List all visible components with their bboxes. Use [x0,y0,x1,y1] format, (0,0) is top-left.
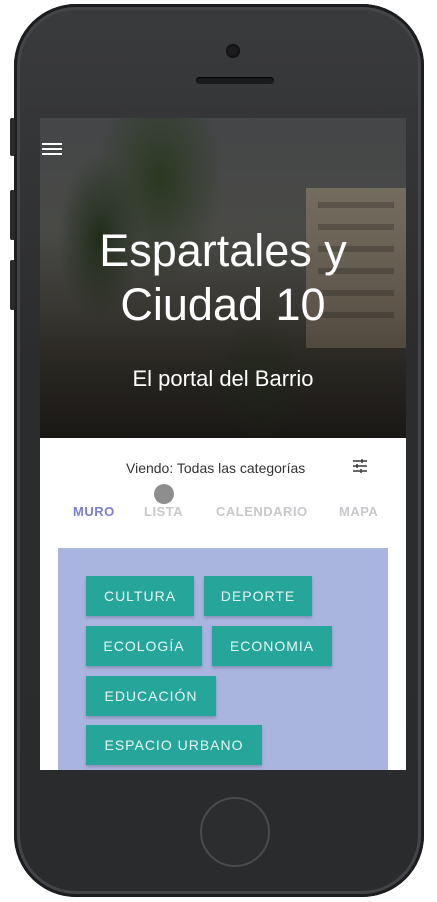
hamburger-menu-icon[interactable] [42,140,62,156]
main-content: Viendo: Todas las categorías MURO LISTA … [40,438,406,770]
volume-down-button [10,260,15,310]
category-chip-economia[interactable]: ECONOMIA [212,626,332,666]
category-chip-educacion[interactable]: EDUCACIÓN [86,676,216,716]
page-subtitle: El portal del Barrio [132,366,314,391]
category-panel: CULTURA DEPORTE ECOLOGÍA ECONOMIA EDUCAC… [58,548,388,770]
category-chip-ecologia[interactable]: ECOLOGÍA [86,626,202,666]
touch-indicator [154,484,174,504]
silent-switch [10,118,15,156]
tab-lista[interactable]: LISTA [144,504,183,519]
volume-up-button [10,190,15,240]
category-chip-deporte[interactable]: DEPORTE [204,576,312,616]
view-tabs: MURO LISTA CALENDARIO MAPA [40,504,406,528]
tab-mapa[interactable]: MAPA [339,504,378,519]
tab-calendario[interactable]: CALENDARIO [216,504,308,519]
home-button[interactable] [200,797,270,867]
earpiece-speaker [196,77,274,84]
category-chip-espacio-urbano[interactable]: ESPACIO URBANO [86,725,262,765]
category-chip-cultura[interactable]: CULTURA [86,576,194,616]
tune-filter-icon[interactable] [352,458,368,474]
filter-label: Viendo: Todas las categorías [126,460,306,476]
tab-muro[interactable]: MURO [73,504,115,519]
front-camera [226,44,240,58]
category-filter[interactable]: Viendo: Todas las categorías [40,458,406,478]
page-title: Espartales y Ciudad 10 [99,225,347,330]
